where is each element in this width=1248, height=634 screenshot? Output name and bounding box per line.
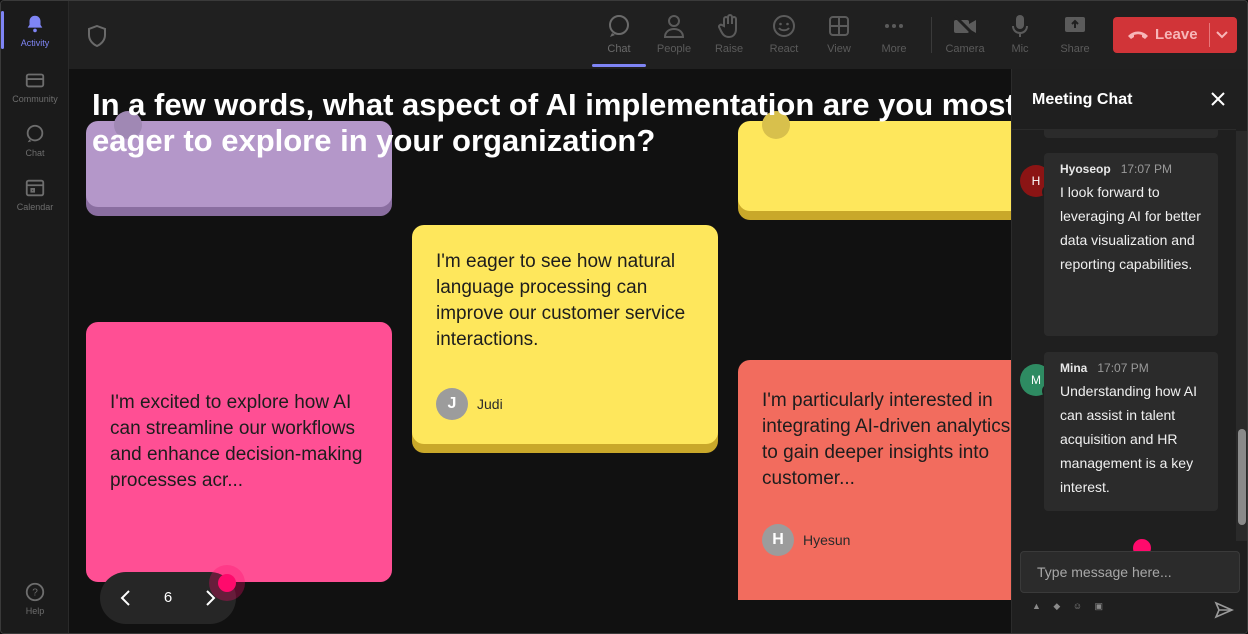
left-rail: Activity Community Chat Calendar ? Help <box>1 1 69 633</box>
note-author: H Hyesun <box>762 524 850 556</box>
scrollbar-thumb[interactable] <box>1238 429 1246 525</box>
whiteboard-stage: In a few words, what aspect of AI implem… <box>69 69 1011 633</box>
rail-item-community[interactable]: Community <box>5 61 65 113</box>
more-button[interactable]: More <box>867 9 921 65</box>
meeting-window: Activity Community Chat Calendar ? Help … <box>0 0 1248 634</box>
calendar-icon <box>25 179 45 197</box>
hand-icon <box>718 14 737 39</box>
more-dots-icon <box>885 24 903 28</box>
people-icon <box>663 15 685 38</box>
react-label: React <box>769 43 799 55</box>
chevron-left-icon[interactable] <box>116 588 136 608</box>
rail-item-label: Help <box>25 606 45 616</box>
previous-message <box>1044 130 1218 138</box>
rail-item-label: Chat <box>25 148 45 158</box>
pointer-dot <box>218 574 236 592</box>
toolbar-divider <box>931 17 932 53</box>
message-time: 17:07 PM <box>1120 162 1173 176</box>
view-label: View <box>827 43 851 55</box>
help-icon: ? <box>25 582 45 602</box>
avatar: H <box>762 524 794 556</box>
community-icon <box>25 73 45 88</box>
chat-message: Mina 17:07 PM Understanding how AI can as… <box>1044 352 1218 511</box>
avatar: J <box>436 388 468 420</box>
mic-label: Mic <box>1011 43 1029 55</box>
chat-icon <box>609 15 629 37</box>
message-meta: Hyoseop 17:07 PM <box>1060 162 1202 176</box>
chat-title: Meeting Chat <box>1032 91 1133 108</box>
shield-icon[interactable] <box>87 25 107 47</box>
rail-item-help[interactable]: ? Help <box>5 573 65 625</box>
meeting-chat-panel: Meeting Chat H Hyoseop 17:07 PM I look fo… <box>1011 69 1247 633</box>
rail-item-label: Calendar <box>16 202 54 212</box>
share-label: Share <box>1060 43 1090 55</box>
sticky-note-pink[interactable]: I'm excited to explore how AI can stream… <box>86 322 392 582</box>
chat-format-tools[interactable]: ▲ ◆ ☺ ▣ <box>1032 601 1108 612</box>
share-button[interactable]: Share <box>1048 9 1102 65</box>
page-number: 6 <box>163 589 173 606</box>
note-author: J Judi <box>436 388 503 420</box>
rail-item-activity[interactable]: Activity <box>1 5 65 57</box>
message-text: I look forward to leveraging AI for bett… <box>1060 184 1201 272</box>
camera-button[interactable]: Camera <box>938 9 992 65</box>
camera-label: Camera <box>945 43 985 55</box>
meeting-toolbar: Chat People Raise React View More Camera <box>69 1 1247 69</box>
chat-icon <box>26 124 44 143</box>
close-icon[interactable] <box>1210 91 1226 107</box>
note-text: I'm particularly interested in integrati… <box>762 390 1011 489</box>
chevron-down-icon[interactable] <box>1215 29 1229 41</box>
leave-button[interactable]: Leave <box>1113 17 1237 53</box>
svg-text:?: ? <box>32 588 38 599</box>
chat-message-input[interactable] <box>1020 551 1240 593</box>
people-label: People <box>656 43 692 55</box>
sender-name: Hyoseop <box>1060 162 1111 176</box>
rail-item-label: Activity <box>20 38 50 48</box>
sender-name: Mina <box>1060 361 1088 375</box>
leave-divider <box>1209 23 1210 47</box>
view-button[interactable]: View <box>812 9 866 65</box>
share-screen-icon <box>1065 17 1085 32</box>
rail-item-chat[interactable]: Chat <box>5 115 65 167</box>
people-button[interactable]: People <box>647 9 701 65</box>
note-text: I'm eager to see how natural language pr… <box>436 251 686 350</box>
chat-label: Chat <box>607 43 631 55</box>
question-title: In a few words, what aspect of AI implem… <box>92 87 1011 158</box>
mic-icon <box>1012 15 1028 37</box>
smiley-icon <box>773 15 795 37</box>
grid-icon <box>829 16 849 36</box>
mic-button[interactable]: Mic <box>993 9 1047 65</box>
phone-hangup-icon <box>1128 31 1148 39</box>
leave-label: Leave <box>1155 26 1198 43</box>
chat-message: Hyoseop 17:07 PM I look forward to levera… <box>1044 153 1218 336</box>
sticky-note-judi[interactable]: I'm eager to see how natural language pr… <box>412 225 718 444</box>
chat-scrollbar[interactable] <box>1236 131 1247 541</box>
send-icon[interactable] <box>1214 600 1234 620</box>
author-name: Hyesun <box>803 532 851 548</box>
author-name: Judi <box>477 396 503 412</box>
more-label: More <box>881 43 907 55</box>
raise-hand-button[interactable]: Raise <box>702 9 756 65</box>
chat-button[interactable]: Chat <box>592 9 646 67</box>
rail-item-label: Community <box>12 94 58 104</box>
message-text: Understanding how AI can assist in talen… <box>1060 383 1197 495</box>
message-meta: Mina 17:07 PM <box>1060 361 1202 375</box>
bell-icon <box>27 15 43 33</box>
sticky-note-hyesun[interactable]: I'm particularly interested in integrati… <box>738 360 1011 600</box>
react-button[interactable]: React <box>757 9 811 65</box>
raise-label: Raise <box>714 43 744 55</box>
rail-item-calendar[interactable]: Calendar <box>5 169 65 221</box>
camera-off-icon <box>953 14 977 38</box>
message-time: 17:07 PM <box>1097 361 1149 375</box>
note-text: I'm excited to explore how AI can stream… <box>110 392 363 491</box>
